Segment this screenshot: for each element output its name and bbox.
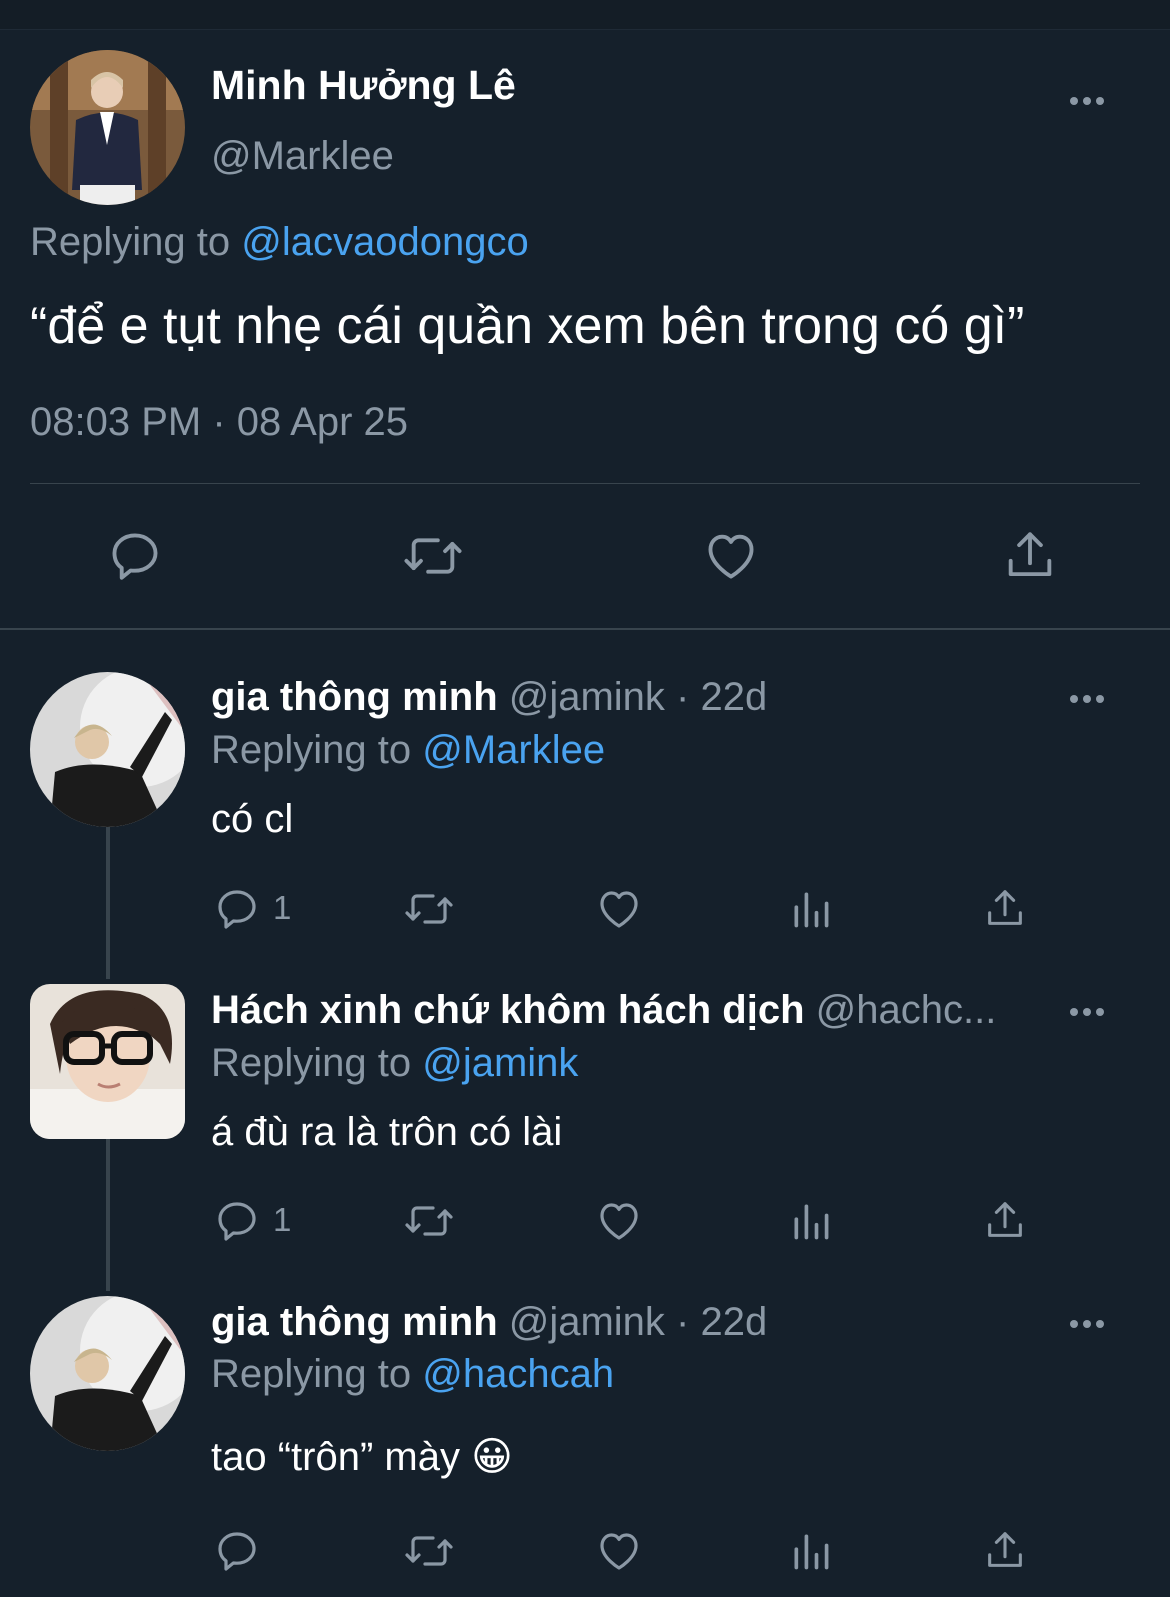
tweet-text: “để e tụt nhẹ cái quần xem bên trong có … [30,297,1025,355]
reply-count: 1 [273,889,292,926]
retweet-icon [405,894,453,924]
dot-icon [1083,1320,1091,1328]
dot-icon [1070,695,1078,703]
share-icon [1008,532,1052,577]
reply-header: gia thông minh @jamink · 22d [211,1300,767,1345]
share-button[interactable] [978,1524,1032,1578]
retweet-icon [405,1536,453,1566]
divider [30,483,1140,484]
replying-to: Replying to @Marklee [211,728,605,773]
like-icon [600,1203,638,1240]
replying-to-label: Replying to [211,1352,423,1396]
like-button[interactable] [592,1524,646,1578]
avatar[interactable] [30,1296,185,1451]
author-name[interactable]: Minh Hưởng Lê [211,62,516,109]
dot-icon [1083,695,1091,703]
more-options-button[interactable] [1062,684,1112,714]
views-icon [794,1204,829,1240]
share-icon [988,890,1022,925]
replying-to: Replying to @hachcah [211,1352,614,1397]
more-options-button[interactable] [1062,86,1112,116]
retweet-icon [405,1206,453,1236]
dot-icon [1096,1320,1104,1328]
replying-to-link[interactable]: @hachcah [422,1352,614,1396]
dot-icon [1096,1008,1104,1016]
views-icon [794,1534,829,1570]
views-icon [794,892,829,928]
thread-line [106,1139,110,1291]
retweet-button[interactable] [400,1524,458,1578]
author-handle[interactable]: @Marklee [211,134,394,179]
reply-button[interactable] [210,1194,264,1248]
replying-to-link[interactable]: @lacvaodongco [241,220,528,264]
reply-button[interactable] [100,525,170,587]
replying-to: Replying to @jamink [211,1041,578,1086]
reply-button[interactable] [210,882,264,936]
reply-text: á đù ra là trôn có lài [211,1110,563,1154]
reply-count: 1 [273,1201,292,1238]
more-options-button[interactable] [1062,997,1112,1027]
reply-text: tao “trôn” mày 😀 [211,1435,513,1479]
share-button[interactable] [978,882,1032,936]
retweet-button[interactable] [400,882,458,936]
author-meta: @jamink · 22d [497,1300,768,1344]
views-button[interactable] [784,882,838,936]
share-button[interactable] [995,525,1065,587]
replying-to-label: Replying to [211,728,423,772]
thread-line [106,827,110,979]
retweet-button[interactable] [398,525,468,587]
author-meta: @jamink · 22d [497,675,768,719]
dot-icon [1096,695,1104,703]
views-button[interactable] [784,1524,838,1578]
reply-icon [112,533,158,580]
reply-icon [218,1202,256,1241]
author-meta: @hachc... [804,988,997,1032]
top-bar [0,0,1170,30]
replying-to-link[interactable]: @jamink [422,1041,578,1085]
dot-icon [1096,97,1104,105]
author-name[interactable]: gia thông minh [211,1300,498,1344]
dot-icon [1070,1320,1078,1328]
dot-icon [1070,1008,1078,1016]
reply-button[interactable] [210,1524,264,1578]
share-icon [988,1202,1022,1237]
avatar[interactable] [30,672,185,827]
reply-icon [218,1532,256,1571]
reply-header: gia thông minh @jamink · 22d [211,675,767,720]
like-icon [708,534,754,579]
reply-header: Hách xinh chứ khôm hách dịch @hachc... [211,988,996,1033]
avatar[interactable] [30,984,185,1139]
replying-to-label: Replying to [30,220,242,264]
reply-icon [218,890,256,929]
dot-icon [1070,97,1078,105]
author-name[interactable]: gia thông minh [211,675,498,719]
reply-text: có cl [211,797,294,841]
share-button[interactable] [978,1194,1032,1248]
replying-to-label: Replying to [211,1041,423,1085]
replying-to: Replying to @lacvaodongco [30,220,529,265]
views-button[interactable] [784,1194,838,1248]
like-button[interactable] [592,882,646,936]
like-icon [600,891,638,928]
like-button[interactable] [696,525,766,587]
like-icon [600,1533,638,1570]
dot-icon [1083,1008,1091,1016]
author-name[interactable]: Hách xinh chứ khôm hách dịch [211,988,805,1032]
more-options-button[interactable] [1062,1309,1112,1339]
like-button[interactable] [592,1194,646,1248]
divider [0,628,1170,630]
dot-icon [1083,97,1091,105]
retweet-icon [404,538,462,574]
avatar[interactable] [30,50,185,205]
share-icon [988,1532,1022,1567]
tweet-timestamp[interactable]: 08:03 PM · 08 Apr 25 [30,400,408,445]
replying-to-link[interactable]: @Marklee [422,728,605,772]
retweet-button[interactable] [400,1194,458,1248]
